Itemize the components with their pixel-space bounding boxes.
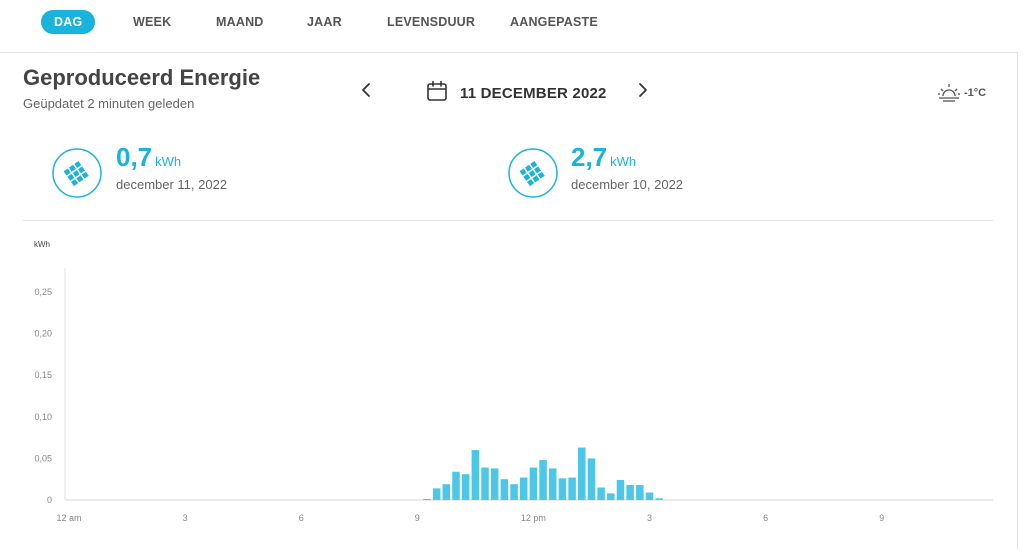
chart-bar[interactable] — [549, 468, 557, 500]
last-updated-text: Geüpdatet 2 minuten geleden — [23, 96, 195, 111]
chart-bar[interactable] — [578, 447, 586, 500]
y-tick-label: 0,15 — [34, 370, 52, 380]
x-tick-label: 6 — [763, 513, 768, 523]
chart-bar[interactable] — [481, 467, 489, 500]
scroll-edge — [1017, 52, 1024, 549]
chart-bar[interactable] — [587, 458, 596, 500]
solar-panel-icon — [52, 148, 102, 198]
chart-bar[interactable] — [510, 484, 518, 500]
x-tick-label: 12 am — [56, 513, 81, 523]
energy-bar-chart: kWh 0 0,05 0,10 0,15 0,20 0,25 12 am 3 6 9 12 pm 3… — [34, 240, 993, 523]
chart-bar[interactable] — [529, 467, 538, 500]
chart-bar[interactable] — [616, 480, 625, 500]
chart-bar[interactable] — [500, 479, 509, 500]
y-tick-label: 0,25 — [34, 287, 52, 297]
chevron-right-icon — [639, 83, 647, 97]
x-tick-label: 3 — [647, 513, 652, 523]
x-tick-label: 9 — [879, 513, 884, 523]
stat-date-today: december 11, 2022 — [116, 177, 228, 192]
y-tick-label: 0 — [47, 495, 52, 505]
chart-bar[interactable] — [597, 487, 605, 500]
chart-bar[interactable] — [645, 492, 654, 500]
previous-day-button[interactable] — [357, 80, 377, 100]
chart-bar[interactable] — [655, 498, 663, 500]
chart-bar[interactable] — [519, 477, 528, 500]
stat-unit: kWh — [155, 154, 182, 169]
stat-unit: kWh — [610, 154, 637, 169]
chart-bar[interactable] — [636, 485, 644, 500]
temperature: -1°C — [964, 87, 987, 99]
chart-bar[interactable] — [423, 499, 431, 500]
chart-bar[interactable] — [607, 493, 615, 500]
chart-bar[interactable] — [568, 477, 576, 500]
tab-week[interactable]: WEEK — [133, 10, 171, 34]
calendar-icon[interactable] — [426, 80, 448, 102]
x-tick-label: 9 — [415, 513, 420, 523]
stat-number: 0,7 — [116, 142, 153, 172]
stat-value-today: 0,7 kWh — [116, 142, 181, 173]
chevron-left-icon — [362, 83, 370, 97]
tab-jaar[interactable]: JAAR — [307, 10, 342, 34]
y-axis-label: kWh — [34, 240, 50, 249]
chart-bar[interactable] — [432, 488, 441, 500]
tab-maand[interactable]: MAAND — [216, 10, 264, 34]
stat-date-previous: december 10, 2022 — [571, 177, 684, 192]
chart-bar[interactable] — [452, 471, 460, 500]
tab-aangepaste[interactable]: AANGEPASTE — [510, 10, 598, 34]
solar-panel-icon — [508, 148, 558, 198]
stat-number: 2,7 — [571, 142, 608, 172]
tab-dag[interactable]: DAG — [41, 10, 96, 34]
y-tick-label: 0,10 — [34, 412, 52, 422]
y-tick-label: 0,05 — [34, 453, 52, 463]
sun-horizon-icon — [937, 82, 961, 102]
page-title: Geproduceerd Energie — [23, 65, 261, 90]
chart-bar[interactable] — [442, 484, 451, 500]
tab-levensduur[interactable]: LEVENSDUUR — [387, 10, 475, 34]
chart-bar[interactable] — [461, 474, 470, 500]
chart-bar[interactable] — [471, 450, 480, 500]
x-tick-label: 6 — [299, 513, 304, 523]
stat-value-previous: 2,7 kWh — [571, 142, 636, 173]
chart-bar[interactable] — [490, 468, 499, 500]
x-tick-label: 3 — [183, 513, 188, 523]
period-tab-bar: DAG WEEK MAAND JAAR LEVENSDUUR AANGEPAST… — [0, 0, 1024, 53]
y-tick-label: 0,20 — [34, 329, 52, 339]
chart-bar[interactable] — [626, 485, 634, 500]
next-day-button[interactable] — [632, 80, 652, 100]
chart-bar[interactable] — [558, 478, 567, 500]
section-divider — [23, 220, 993, 221]
chart-bar[interactable] — [539, 460, 547, 500]
x-tick-label: 12 pm — [521, 513, 546, 523]
selected-date[interactable]: 11 DECEMBER 2022 — [460, 85, 607, 102]
